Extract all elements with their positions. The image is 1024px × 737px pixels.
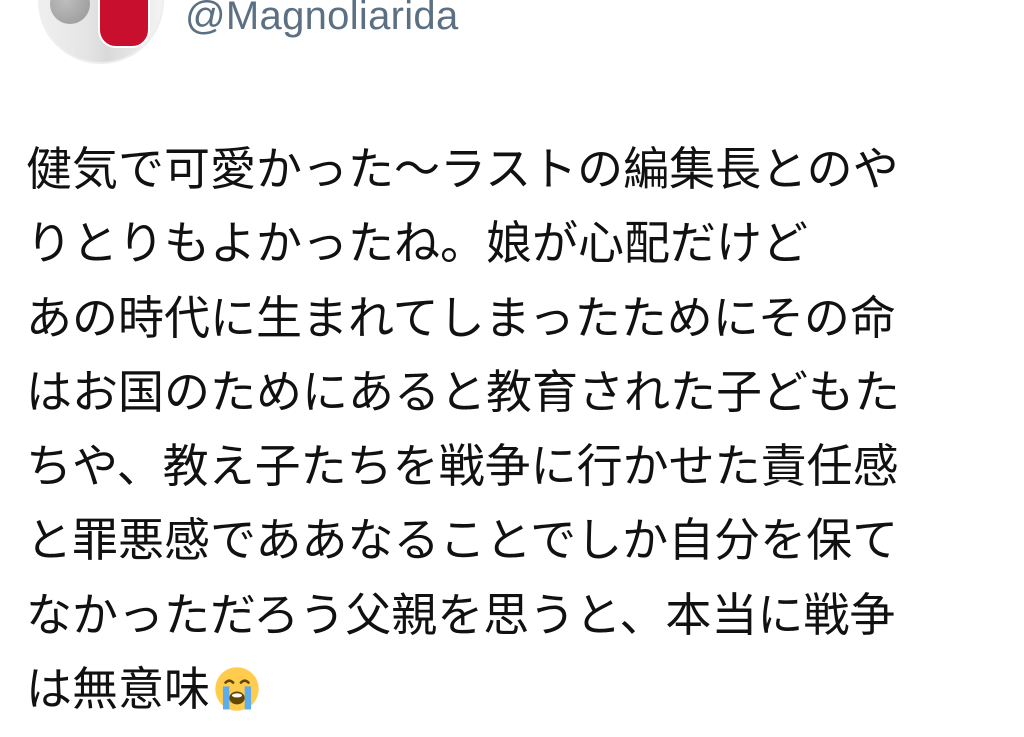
tweet-card: @Magnoliarida 健気で可愛かった〜ラストの編集長とのや りとりもよか…	[0, 0, 1024, 737]
tweet-text-line: は無意味	[26, 662, 210, 717]
avatar[interactable]	[38, 0, 164, 64]
avatar-photo	[50, 0, 90, 24]
tweet-text-line: ちや、教え子たちを戦争に行かせた責任感	[26, 439, 899, 494]
tweet-text-line: りとりもよかったね。娘が心配だけど	[26, 216, 808, 271]
author-handle[interactable]: @Magnoliarida	[185, 0, 459, 39]
tweet-text-line: なかっただろう父親を思うと、本当に戦争	[26, 587, 896, 642]
club-emblem-icon	[98, 0, 150, 48]
tweet-text-line: あの時代に生まれてしまったためにその命	[26, 290, 896, 345]
tweet-text-line: と罪悪感でああなることでしか自分を保て	[26, 513, 899, 568]
tweet-text-line: 健気で可愛かった〜ラストの編集長とのや	[26, 142, 899, 196]
tweet-text-line: はお国のためにあると教育された子どもた	[26, 364, 900, 419]
loudly-crying-face-icon	[215, 667, 259, 711]
tweet-text-line-last: は無意味	[26, 652, 986, 726]
tweet-text: 健気で可愛かった〜ラストの編集長とのや りとりもよかったね。娘が心配だけど あの…	[26, 132, 986, 726]
